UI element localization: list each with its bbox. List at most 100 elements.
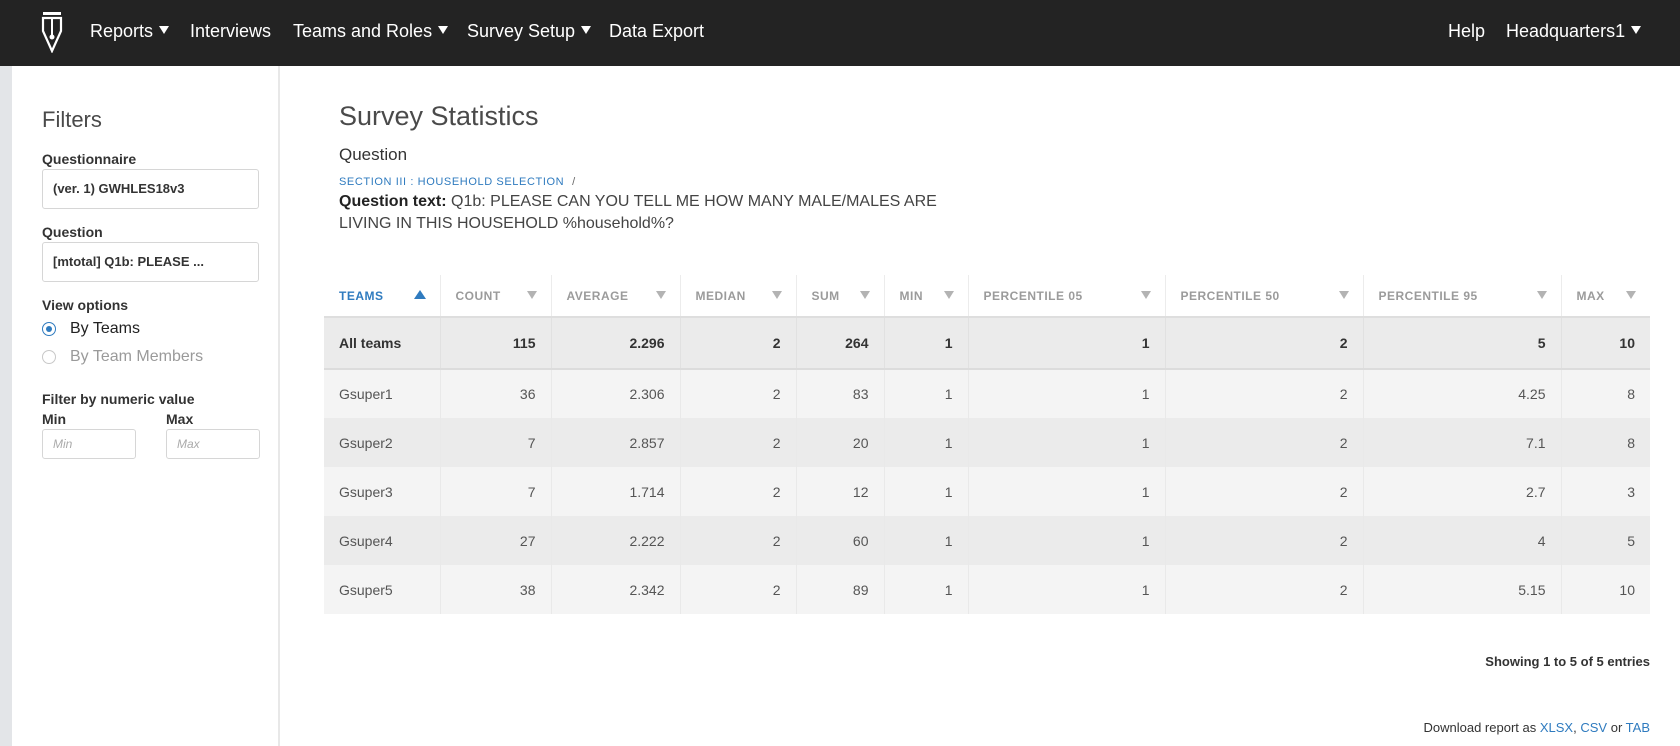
table-cell: 115	[440, 317, 552, 370]
table-row: Gsuper5 38 2.342 2 89 1 1 2 5.15 10	[324, 565, 1650, 614]
max-input[interactable]	[166, 429, 260, 459]
top-navbar: Reports Interviews Teams and Roles Surve…	[0, 0, 1680, 66]
table-cell: 1	[884, 369, 969, 418]
nav-help-label: Help	[1448, 21, 1486, 41]
column-header-label: Percentile 50	[1180, 288, 1280, 303]
nav-teams-and-roles[interactable]: Teams and Roles	[293, 0, 449, 66]
min-input[interactable]	[42, 429, 136, 459]
chevron-down-icon	[581, 26, 592, 35]
table-cell: Gsuper4	[324, 516, 441, 565]
nav-interviews[interactable]: Interviews	[190, 0, 271, 66]
radio-selected-icon	[42, 322, 56, 336]
sort-icon	[771, 291, 782, 299]
download-csv-link[interactable]: CSV	[1580, 720, 1607, 735]
table-cell: 4.25	[1363, 369, 1562, 418]
table-cell: 5	[1363, 317, 1562, 370]
table-cell: 2.222	[551, 516, 681, 565]
sort-icon	[1338, 291, 1349, 299]
pen-nib-logo-icon[interactable]	[40, 11, 64, 53]
filters-title: Filters	[42, 107, 102, 132]
page-subtitle: Question	[339, 145, 408, 164]
table-cell: 1	[968, 565, 1166, 614]
table-cell: Gsuper1	[324, 369, 441, 418]
view-options-label: View options	[42, 297, 129, 313]
table-cell: 2	[680, 317, 797, 370]
table-cell: 1	[884, 565, 969, 614]
column-header-teams[interactable]: Teams	[324, 275, 441, 318]
left-accent-stripe	[0, 66, 12, 746]
nav-reports[interactable]: Reports	[90, 0, 170, 66]
download-xlsx-link[interactable]: XLSX	[1540, 720, 1573, 735]
table-cell: 20	[796, 418, 885, 467]
column-header-count[interactable]: Count	[440, 275, 552, 318]
table-cell: 5.15	[1363, 565, 1562, 614]
column-header-label: Percentile 05	[983, 288, 1083, 303]
question-label: Question	[42, 224, 103, 240]
table-cell: 8	[1561, 418, 1650, 467]
table-cell: 38	[440, 565, 552, 614]
download-report: Download report as XLSX, CSV or TAB	[1424, 720, 1651, 735]
column-header-average[interactable]: Average	[551, 275, 681, 318]
table-cell: 7.1	[1363, 418, 1562, 467]
table-cell: 7	[440, 418, 552, 467]
sort-ascending-icon	[413, 290, 426, 299]
nav-teams-and-roles-label: Teams and Roles	[293, 21, 433, 41]
entries-info: Showing 1 to 5 of 5 entries	[1485, 654, 1650, 669]
breadcrumb-section-link[interactable]: Section III : Household Selection	[339, 176, 564, 188]
table-cell: 10	[1561, 565, 1650, 614]
nav-data-export[interactable]: Data Export	[609, 0, 704, 66]
download-separator: ,	[1573, 720, 1577, 735]
table-cell: 10	[1561, 317, 1650, 370]
table-cell: 2	[1165, 369, 1364, 418]
table-cell: 60	[796, 516, 885, 565]
chevron-down-icon	[1631, 26, 1642, 35]
numeric-filter-label: Filter by numeric value	[42, 391, 195, 407]
chevron-down-icon	[438, 26, 449, 35]
table-cell: 36	[440, 369, 552, 418]
breadcrumb-separator: /	[572, 176, 576, 188]
column-header-min[interactable]: Min	[884, 275, 969, 318]
table-cell: 89	[796, 565, 885, 614]
column-header-label: Min	[899, 288, 923, 303]
table-cell: 83	[796, 369, 885, 418]
table-cell: 2.296	[551, 317, 681, 370]
questionnaire-label: Questionnaire	[42, 151, 137, 167]
table-cell: 1	[884, 317, 969, 370]
column-header-median[interactable]: Median	[680, 275, 797, 318]
column-header-percentile-50[interactable]: Percentile 50	[1165, 275, 1364, 318]
table-cell: 27	[440, 516, 552, 565]
user-menu[interactable]: Headquarters1	[1506, 0, 1642, 66]
download-tab-link[interactable]: TAB	[1626, 720, 1650, 735]
column-header-max[interactable]: Max	[1561, 275, 1650, 318]
sort-icon	[1140, 291, 1151, 299]
column-header-percentile-95[interactable]: Percentile 95	[1363, 275, 1562, 318]
table-cell: 2	[680, 516, 797, 565]
radio-unselected-icon	[42, 350, 56, 364]
download-prefix: Download report as	[1423, 720, 1537, 735]
questionnaire-select[interactable]: (ver. 1) GWHLES18v3	[42, 169, 259, 209]
sort-icon	[655, 291, 666, 299]
sort-icon	[1626, 291, 1636, 299]
nav-survey-setup[interactable]: Survey Setup	[467, 0, 592, 66]
radio-by-team-members-label: By Team Members	[70, 348, 204, 365]
chevron-down-icon	[159, 26, 170, 35]
sort-icon	[526, 291, 537, 299]
column-header-percentile-05[interactable]: Percentile 05	[968, 275, 1166, 318]
column-header-sum[interactable]: Sum	[796, 275, 885, 318]
table-cell: 2.306	[551, 369, 681, 418]
question-text: Question text: Q1b: PLEASE CAN YOU TELL …	[339, 191, 959, 235]
nav-help[interactable]: Help	[1448, 0, 1485, 66]
breadcrumb: Section III : Household Selection /	[339, 176, 576, 188]
max-label: Max	[166, 411, 194, 427]
download-separator: or	[1610, 720, 1623, 735]
radio-by-teams[interactable]: By Teams	[42, 320, 140, 338]
radio-by-team-members[interactable]: By Team Members	[42, 348, 203, 366]
column-header-label: Median	[695, 288, 746, 303]
table-cell: Gsuper5	[324, 565, 441, 614]
table-total-row: All teams 115 2.296 2 264 1 1 2 5 10	[324, 317, 1650, 370]
table-cell: 1	[968, 317, 1166, 370]
question-select[interactable]: [mtotal] Q1b: PLEASE ...	[42, 242, 259, 282]
table-cell: 4	[1363, 516, 1562, 565]
table-cell: 2	[1165, 418, 1364, 467]
table-cell: 1.714	[551, 467, 681, 516]
